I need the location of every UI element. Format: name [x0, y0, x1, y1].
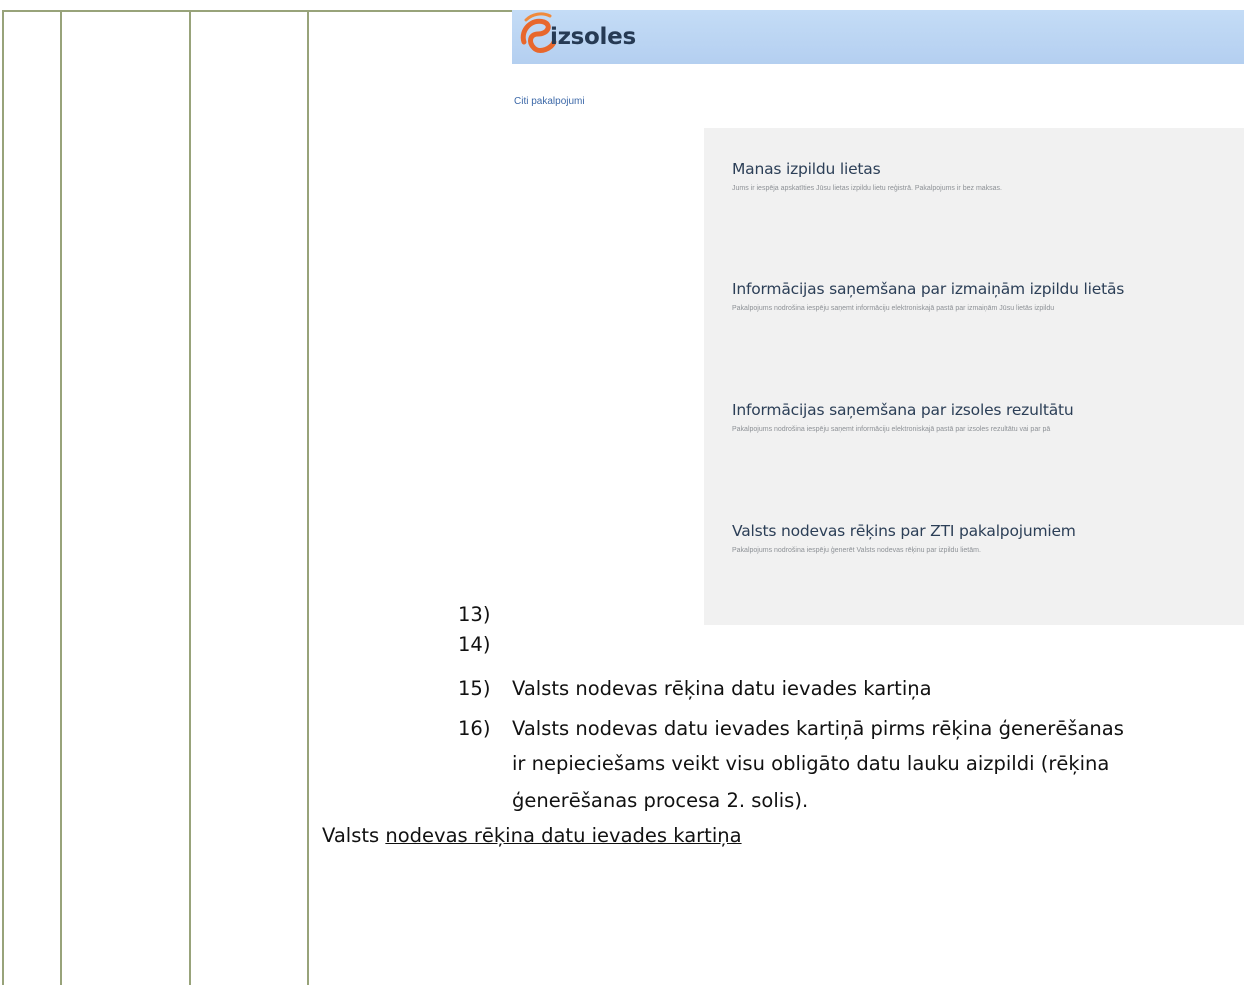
screenshot-header: izsoles — [512, 10, 1244, 64]
service-item[interactable]: Manas izpildu lietas Jums ir iespēja aps… — [732, 160, 1002, 192]
figure-caption: Valsts nodevas rēķina datu ievades karti… — [322, 824, 742, 847]
table-column-border — [60, 10, 62, 985]
table-column-border — [307, 10, 309, 985]
service-description: Jums ir iespēja apskatīties Jūsu lietas … — [732, 185, 1003, 192]
service-title: Informācijas saņemšana par izsoles rezul… — [732, 401, 1074, 419]
list-number: 14) — [458, 633, 491, 656]
list-text: Valsts nodevas rēķina datu ievades karti… — [512, 677, 932, 700]
service-description: Pakalpojums nodrošina iespēju saņemt inf… — [732, 305, 1055, 312]
service-title: Valsts nodevas rēķins par ZTI pakalpojum… — [732, 522, 1076, 540]
service-title: Informācijas saņemšana par izmaiņām izpi… — [732, 280, 1125, 298]
list-text: Valsts nodevas datu ievades kartiņā pirm… — [512, 717, 1124, 740]
service-item[interactable]: Informācijas saņemšana par izmaiņām izpi… — [732, 280, 1124, 312]
table-column-border — [2, 10, 4, 985]
list-item: 16) Valsts nodevas datu ievades kartiņā p… — [458, 714, 1124, 744]
list-number: 16) — [458, 717, 491, 740]
service-description: Pakalpojums nodrošina iespēju saņemt inf… — [732, 426, 1051, 433]
service-item[interactable]: Informācijas saņemšana par izsoles rezul… — [732, 401, 1074, 433]
list-item: 14) — [458, 630, 512, 660]
list-item: 13) — [458, 600, 512, 630]
services-panel: Manas izpildu lietas Jums ir iespēja aps… — [704, 128, 1244, 625]
service-item[interactable]: Valsts nodevas rēķins par ZTI pakalpojum… — [732, 522, 1076, 554]
caption-text: Valsts — [322, 824, 386, 847]
breadcrumb-link[interactable]: Citi pakalpojumi — [514, 96, 585, 107]
table-column-border — [189, 10, 191, 985]
service-title: Manas izpildu lietas — [732, 160, 881, 178]
caption-underlined-text: nodevas rēķina datu ievades kartiņa — [385, 824, 742, 847]
list-number: 13) — [458, 603, 491, 626]
list-continuation: ir nepieciešams veikt visu obligāto datu… — [512, 752, 1110, 775]
list-continuation: ģenerēšanas procesa 2. solis). — [512, 789, 809, 812]
service-description: Pakalpojums nodrošina iespēju ģenerēt Va… — [732, 547, 981, 554]
logo-text: izsoles — [550, 24, 636, 50]
list-item: 15) Valsts nodevas rēķina datu ievades ka… — [458, 674, 932, 704]
list-number: 15) — [458, 677, 491, 700]
